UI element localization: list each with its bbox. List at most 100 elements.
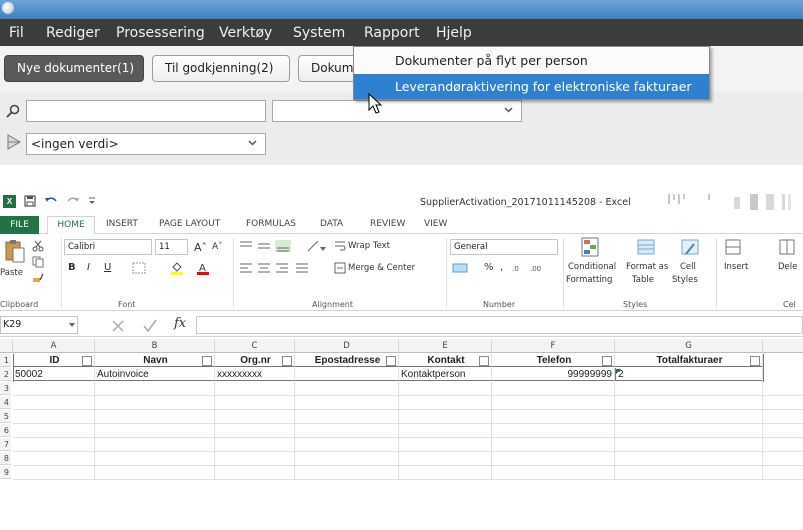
undo-icon[interactable] xyxy=(44,195,58,207)
row-header[interactable]: 3 xyxy=(0,382,11,395)
paste-icon[interactable] xyxy=(4,238,26,266)
column-header[interactable]: A xyxy=(13,339,95,353)
header-cell-id[interactable]: ID xyxy=(13,354,95,367)
filter-dropdown-icon[interactable] xyxy=(282,356,292,366)
chevron-down-icon[interactable] xyxy=(68,321,76,329)
filter-dropdown-icon[interactable] xyxy=(386,356,396,366)
table-cell[interactable]: xxxxxxxxx xyxy=(215,368,295,381)
vertical-align-icons[interactable] xyxy=(238,239,296,253)
menu-file[interactable]: Fil xyxy=(9,25,24,41)
confirm-entry-icon[interactable] xyxy=(142,318,158,334)
filter-dropdown-icon[interactable] xyxy=(602,356,612,366)
table-cell[interactable]: 99999999 xyxy=(492,368,615,381)
percent-button[interactable]: % xyxy=(484,262,494,273)
delete-cells-icon[interactable] xyxy=(778,236,800,260)
table-cell[interactable]: 50002 xyxy=(13,368,95,381)
insert-button[interactable]: Insert xyxy=(724,262,748,272)
menu-item-documents-per-person[interactable]: Dokumenter på flyt per person xyxy=(354,48,709,73)
ribbon-tab-file[interactable]: FILE xyxy=(0,216,39,234)
format-painter-icon[interactable] xyxy=(32,272,44,284)
row-header[interactable]: 7 xyxy=(0,438,11,451)
ribbon-tab-home[interactable]: HOME xyxy=(47,216,95,235)
merge-center-icon[interactable] xyxy=(334,262,346,274)
select-all-corner[interactable] xyxy=(0,339,13,353)
comma-button[interactable]: , xyxy=(500,262,503,273)
category-dropdown[interactable] xyxy=(272,100,522,122)
column-header[interactable]: B xyxy=(95,339,215,353)
table-cell[interactable]: Autoinvoice xyxy=(95,368,215,381)
bold-button[interactable]: B xyxy=(68,262,76,273)
formula-input[interactable] xyxy=(196,316,803,334)
empty-cells[interactable] xyxy=(13,382,803,480)
row-header[interactable]: 5 xyxy=(0,410,11,423)
number-format-box[interactable]: General xyxy=(450,239,558,255)
column-header[interactable]: G xyxy=(615,339,763,353)
filter-dropdown-icon[interactable] xyxy=(479,356,489,366)
ribbon-tab-formulas[interactable]: FORMULAS xyxy=(246,219,296,229)
header-cell-name[interactable]: Navn xyxy=(95,354,215,367)
ribbon-tab-insert[interactable]: INSERT xyxy=(106,219,138,229)
table-cell[interactable]: Kontaktperson xyxy=(399,368,492,381)
row-header[interactable]: 1 xyxy=(0,354,11,367)
menu-edit[interactable]: Rediger xyxy=(46,25,100,41)
orientation-icon[interactable] xyxy=(306,239,326,253)
name-box[interactable]: K29 xyxy=(0,316,78,334)
row-header[interactable]: 9 xyxy=(0,466,11,479)
table-cell[interactable]: 2 xyxy=(615,368,763,381)
borders-icon[interactable] xyxy=(132,262,146,274)
filter-dropdown-icon[interactable] xyxy=(202,356,212,366)
menu-help[interactable]: Hjelp xyxy=(436,25,472,41)
cut-icon[interactable] xyxy=(32,240,44,252)
wrap-text-button[interactable]: Wrap Text xyxy=(348,241,390,251)
ribbon-tab-data[interactable]: DATA xyxy=(320,219,343,229)
font-color-icon[interactable]: A xyxy=(196,261,210,275)
menu-processing[interactable]: Prosessering xyxy=(116,25,205,41)
italic-button[interactable]: I xyxy=(87,262,90,273)
column-header[interactable]: D xyxy=(295,339,399,353)
row-header[interactable]: 8 xyxy=(0,452,11,465)
grow-font-icon[interactable]: Aˆ xyxy=(194,241,207,254)
cell-styles-icon[interactable] xyxy=(680,236,702,260)
header-cell-phone[interactable]: Telefon xyxy=(492,354,615,367)
menu-item-supplier-activation[interactable]: Leverandøraktivering for elektroniske fa… xyxy=(354,74,709,99)
cancel-entry-icon[interactable] xyxy=(110,318,126,334)
row-header[interactable]: 4 xyxy=(0,396,11,409)
header-cell-contact[interactable]: Kontakt xyxy=(399,354,492,367)
save-icon[interactable] xyxy=(24,195,36,207)
table-cell[interactable] xyxy=(295,368,399,381)
ribbon-tab-page-layout[interactable]: PAGE LAYOUT xyxy=(159,219,220,229)
row-header[interactable]: 6 xyxy=(0,424,11,437)
insert-cells-icon[interactable] xyxy=(724,236,746,260)
conditional-formatting-label2[interactable]: Formatting xyxy=(566,275,612,285)
font-size-box[interactable]: 11 xyxy=(155,239,188,255)
tab-for-approval[interactable]: Til godkjenning(2) xyxy=(152,55,290,82)
merge-center-button[interactable]: Merge & Center xyxy=(348,263,415,273)
wrap-text-icon[interactable] xyxy=(334,240,346,252)
filter-dropdown-icon[interactable] xyxy=(82,356,92,366)
filter-dropdown-icon[interactable] xyxy=(750,356,760,366)
copy-icon[interactable] xyxy=(32,256,44,268)
currency-icon[interactable] xyxy=(452,261,472,275)
ribbon-tab-view[interactable]: VIEW xyxy=(424,219,447,229)
shrink-font-icon[interactable]: Aˇ xyxy=(212,242,223,252)
header-cell-orgnr[interactable]: Org.nr xyxy=(215,354,295,367)
font-name-box[interactable]: Calibri xyxy=(64,239,152,255)
ribbon-tab-review[interactable]: REVIEW xyxy=(370,219,405,229)
menu-system[interactable]: System xyxy=(293,25,345,41)
redo-icon[interactable] xyxy=(66,195,80,207)
value-dropdown[interactable]: <ingen verdi> xyxy=(26,133,266,155)
column-header[interactable]: E xyxy=(399,339,492,353)
header-cell-email[interactable]: Epostadresse xyxy=(295,354,399,367)
menu-report[interactable]: Rapport xyxy=(364,25,420,41)
header-cell-total-invoices[interactable]: Totalfakturaer xyxy=(615,354,763,367)
cell-styles-label2[interactable]: Styles xyxy=(672,275,698,285)
delete-button[interactable]: Dele xyxy=(778,262,797,272)
column-header[interactable]: F xyxy=(492,339,615,353)
column-header[interactable]: C xyxy=(215,339,295,353)
format-as-table-icon[interactable] xyxy=(636,236,658,260)
conditional-formatting-icon[interactable] xyxy=(580,236,602,260)
fill-color-icon[interactable] xyxy=(170,261,184,275)
conditional-formatting-label[interactable]: Conditional xyxy=(568,262,616,272)
paste-label[interactable]: Paste xyxy=(0,268,23,278)
customize-toolbar-icon[interactable] xyxy=(88,196,96,206)
